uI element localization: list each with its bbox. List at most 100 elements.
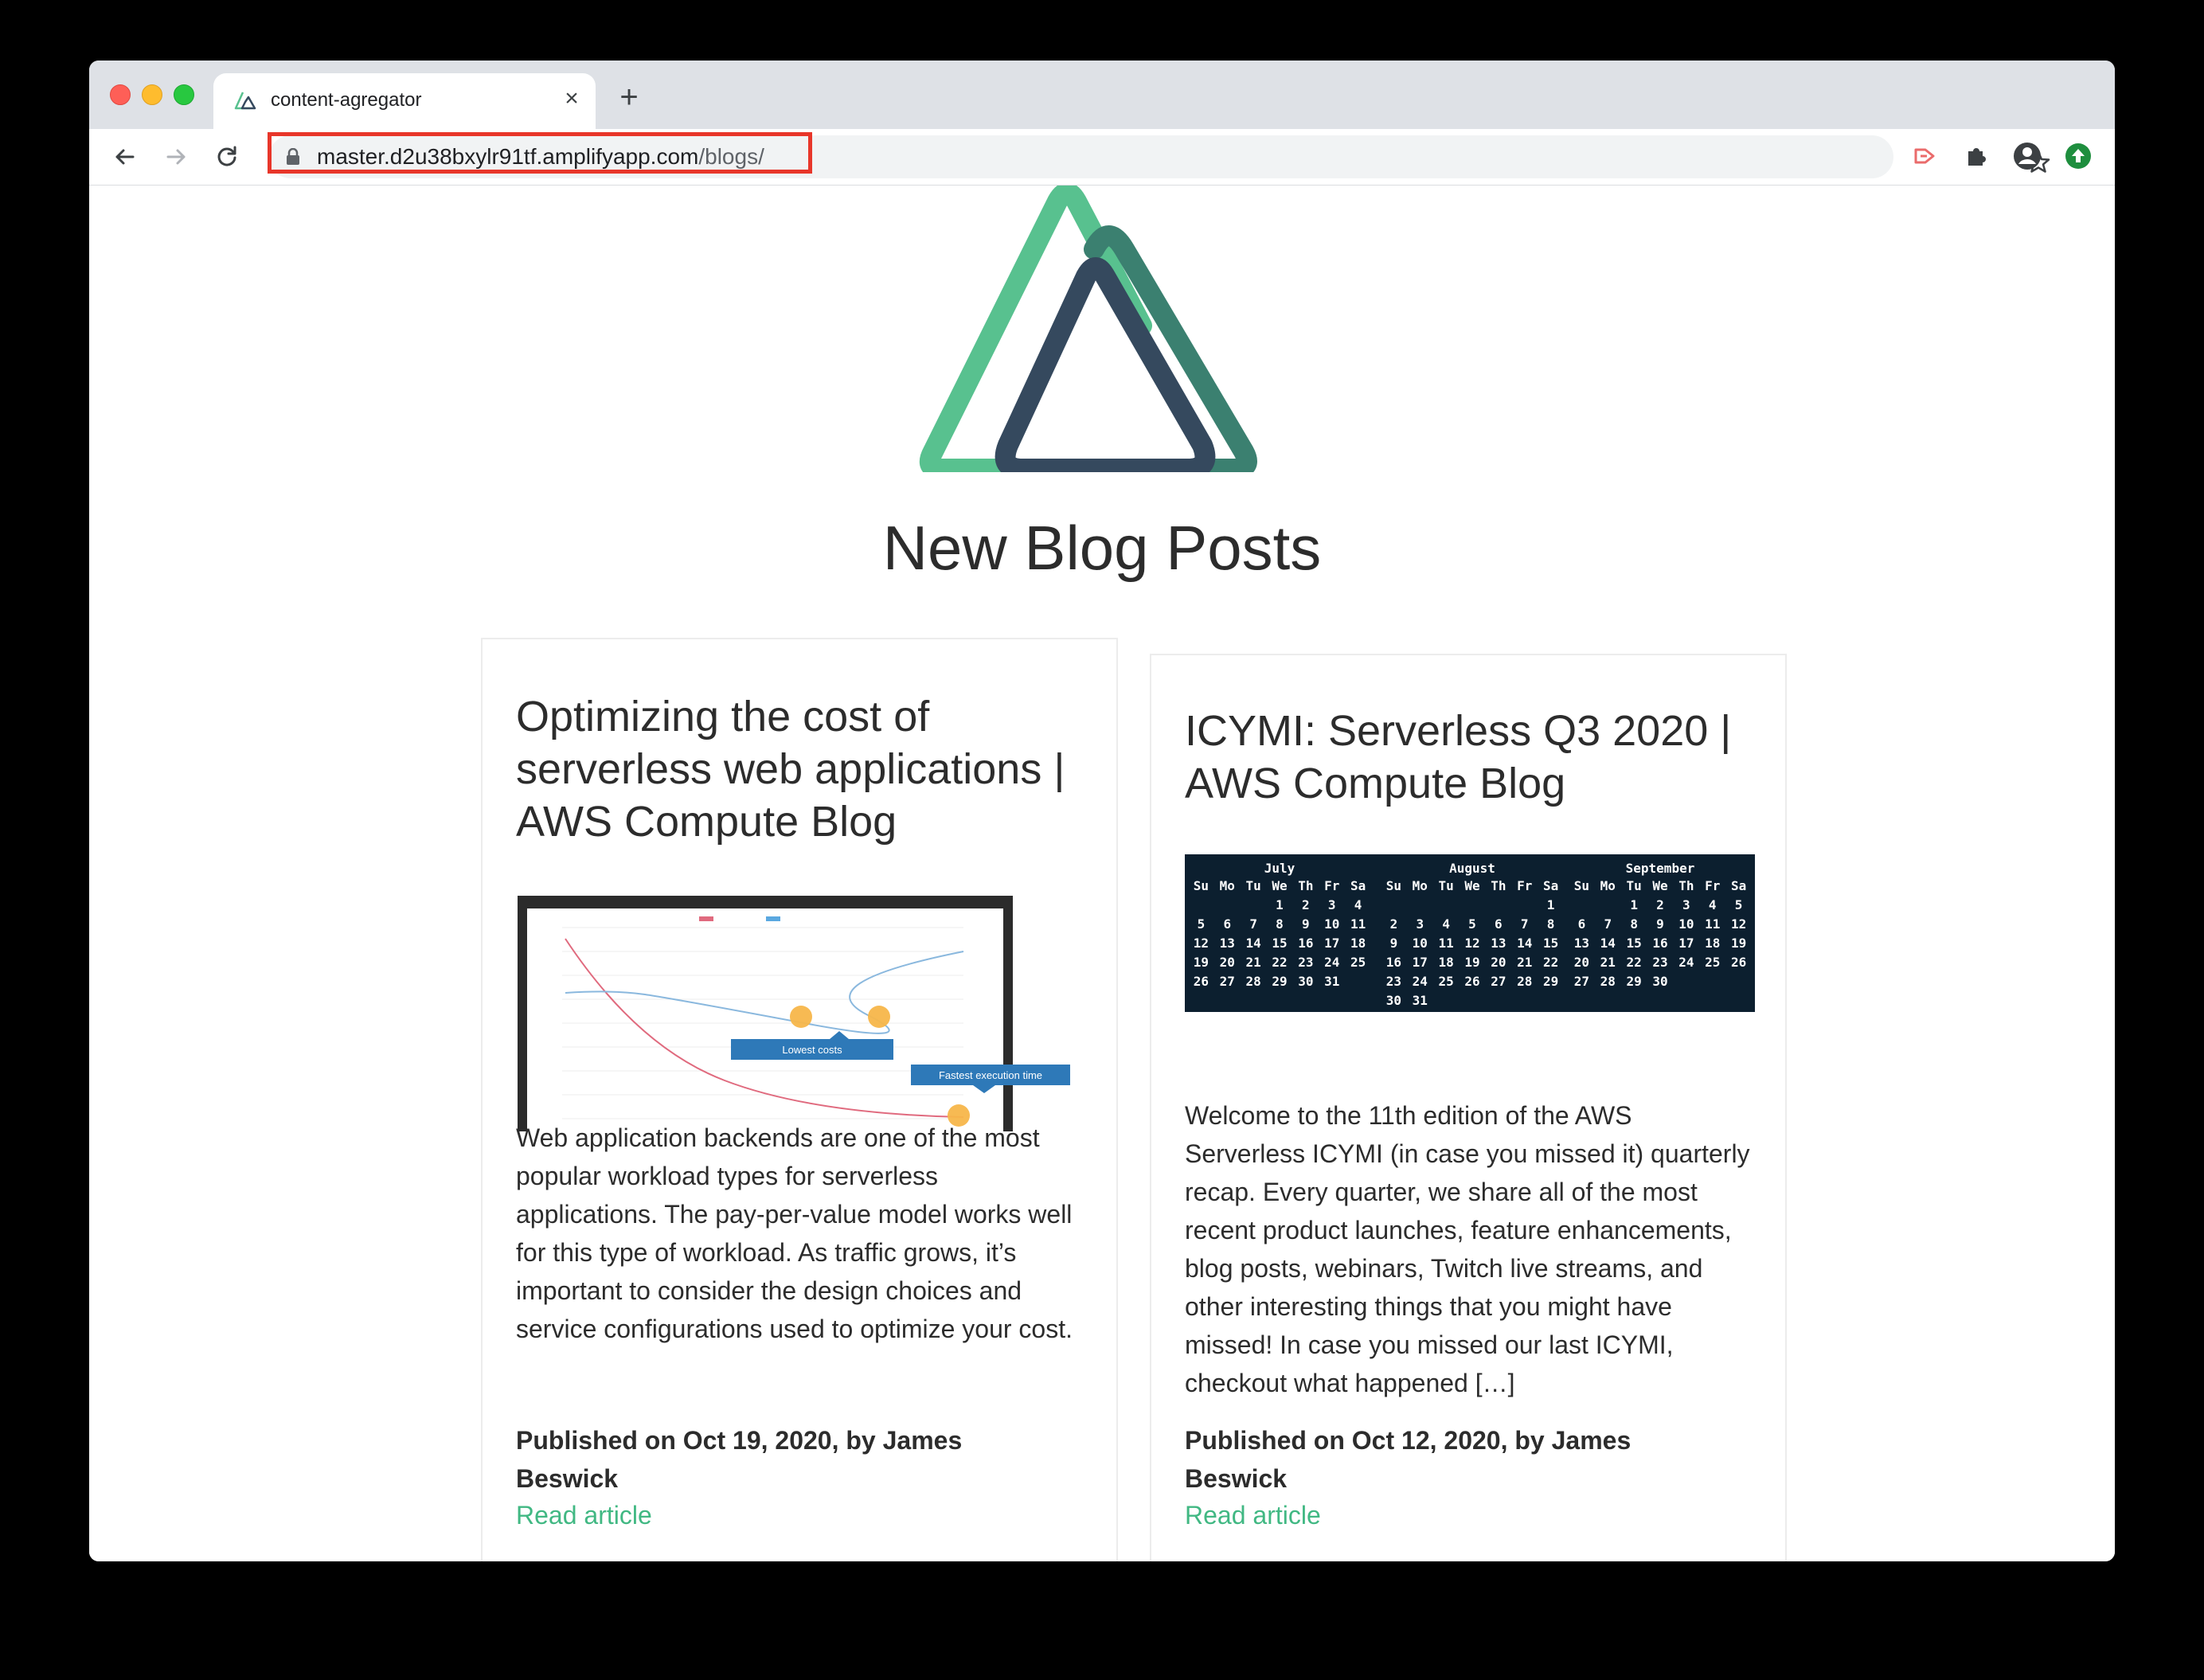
blog-post-card: ICYMI: Serverless Q3 2020 | AWS Compute … xyxy=(1150,654,1787,1561)
calendar-day xyxy=(1460,896,1486,915)
calendar-day: 9 xyxy=(1302,916,1310,932)
calendar-day: 9 xyxy=(1389,936,1398,951)
calendar-day: 15 xyxy=(1626,936,1642,951)
close-window-button[interactable] xyxy=(110,84,131,105)
post-excerpt: Web application backends are one of the … xyxy=(516,1123,1073,1343)
calendar-day: 23 xyxy=(1652,955,1668,970)
read-article-link[interactable]: Read article xyxy=(516,1499,652,1531)
calendar-day: 3 xyxy=(1327,897,1336,912)
close-tab-icon[interactable]: × xyxy=(559,86,584,111)
calendar-weekday: Sa xyxy=(1542,878,1559,893)
calendar-day: 18 xyxy=(1350,936,1366,951)
profile-avatar-icon[interactable] xyxy=(2010,139,2045,174)
cost-chart-thumbnail: Lowest costs Fastest execution time xyxy=(518,896,1070,1131)
calendar-day: 20 xyxy=(1219,955,1235,970)
reload-button[interactable] xyxy=(209,139,245,175)
calendar-day xyxy=(1569,896,1595,915)
calendar-day xyxy=(1433,896,1460,915)
calendar-day: 4 xyxy=(1442,916,1450,932)
calendar-day: 13 xyxy=(1573,936,1590,951)
calendar-weekday: Fr xyxy=(1324,878,1340,893)
calendar-day: 16 xyxy=(1298,936,1314,951)
calendar-day: 14 xyxy=(1600,936,1616,951)
minimize-window-button[interactable] xyxy=(142,84,162,105)
calendar-day: 18 xyxy=(1438,955,1454,970)
calendar-month-name: August xyxy=(1449,861,1495,876)
calendar-day: 2 xyxy=(1302,897,1310,912)
calendar-day: 21 xyxy=(1245,955,1261,970)
calendar-day: 3 xyxy=(1416,916,1424,932)
browser-toolbar: master.d2u38bxylr91tf.amplifyapp.com/blo… xyxy=(89,129,2115,186)
read-article-link[interactable]: Read article xyxy=(1185,1499,1321,1531)
calendar-weekday: We xyxy=(1652,878,1668,893)
calendar-day: 24 xyxy=(1678,955,1694,970)
calendar-day: 11 xyxy=(1438,936,1454,951)
calendar-day: 16 xyxy=(1385,955,1402,970)
nuxt-logo xyxy=(919,186,1257,472)
calendar-day: 24 xyxy=(1324,955,1340,970)
calendar-day: 29 xyxy=(1272,974,1288,989)
page-content: New Blog Posts Optimizing the cost of se… xyxy=(89,186,2115,1561)
calendar-month-name: September xyxy=(1625,861,1695,876)
calendar-day: 30 xyxy=(1298,974,1314,989)
calendar-day xyxy=(1381,896,1407,915)
calendar-day: 22 xyxy=(1272,955,1288,970)
calendar-day: 20 xyxy=(1573,955,1590,970)
calendar-day: 23 xyxy=(1385,974,1402,989)
calendar-day: 21 xyxy=(1517,955,1533,970)
calendar-day: 7 xyxy=(1520,916,1529,932)
calendar-month: August Su Mo Tu We Th Fr Sa 1 2 3 4 5 6 7 8 9 10 11 12 13 14… xyxy=(1381,859,1564,1010)
browser-tab[interactable]: content-agregator × xyxy=(213,73,596,129)
callout-lowest-costs: Lowest costs xyxy=(782,1044,842,1056)
calendar-day: 14 xyxy=(1245,936,1261,951)
forward-button[interactable] xyxy=(158,139,194,175)
calendar-day xyxy=(1188,896,1214,915)
calendar-day: 17 xyxy=(1678,936,1694,951)
update-icon[interactable] xyxy=(2061,139,2096,174)
calendar-day: 12 xyxy=(1193,936,1209,951)
calendar-weekday: Su xyxy=(1573,878,1590,893)
calendar-day: 1 xyxy=(1276,897,1284,912)
calendar-weekday: Mo xyxy=(1600,878,1616,893)
calendar-day: 19 xyxy=(1730,936,1747,951)
post-excerpt: Welcome to the 11th edition of the AWS S… xyxy=(1185,1101,1750,1397)
calendar-weekday: Th xyxy=(1678,878,1694,893)
calendar-day: 19 xyxy=(1464,955,1480,970)
calendar-day: 23 xyxy=(1298,955,1314,970)
calendar-day: 13 xyxy=(1491,936,1506,951)
calendar-day: 5 xyxy=(1468,916,1476,932)
calendar-grid: Su Mo Tu We Th Fr Sa 1 2 3 4 5 6 7 8 9 10 11 12 13 14 15 16 17 1… xyxy=(1188,877,1371,991)
calendar-day: 11 xyxy=(1350,916,1366,932)
arrow-left-icon xyxy=(115,149,135,165)
puzzle-extensions-icon[interactable] xyxy=(1959,139,1994,174)
calendar-day: 12 xyxy=(1730,916,1747,932)
calendar-day: 29 xyxy=(1626,974,1642,989)
calendar-day: 16 xyxy=(1652,936,1668,951)
browser-window: content-agregator × + master.d2u38bxylr9… xyxy=(89,61,2115,1561)
calendar-day: 14 xyxy=(1517,936,1533,951)
arrow-right-icon xyxy=(166,149,186,165)
calendar-day: 28 xyxy=(1517,974,1533,989)
calendar-day: 2 xyxy=(1389,916,1398,932)
maximize-window-button[interactable] xyxy=(174,84,194,105)
back-button[interactable] xyxy=(107,139,143,175)
new-tab-button[interactable]: + xyxy=(613,81,645,113)
reload-icon xyxy=(217,146,236,166)
callout-fastest-execution: Fastest execution time xyxy=(939,1069,1042,1081)
calendar-day: 31 xyxy=(1412,993,1428,1008)
calendar-day: 8 xyxy=(1630,916,1638,932)
calendar-day: 27 xyxy=(1219,974,1235,989)
calendar-weekday: Tu xyxy=(1245,878,1261,893)
calendar-day: 17 xyxy=(1324,936,1340,951)
calendar-month-name: July xyxy=(1264,861,1295,876)
calendar-weekday: Su xyxy=(1193,878,1209,893)
calendar-day: 24 xyxy=(1412,974,1428,989)
calendar-weekday: Th xyxy=(1298,878,1314,893)
calendar-day: 5 xyxy=(1734,897,1743,912)
calendar-day: 10 xyxy=(1678,916,1694,932)
calendar-day: 2 xyxy=(1656,897,1664,912)
extension-arrow-icon[interactable] xyxy=(1908,139,1943,174)
calendar-weekday: Mo xyxy=(1219,878,1235,893)
calendar-weekday: Tu xyxy=(1626,878,1642,893)
calendar-day: 8 xyxy=(1276,916,1284,932)
